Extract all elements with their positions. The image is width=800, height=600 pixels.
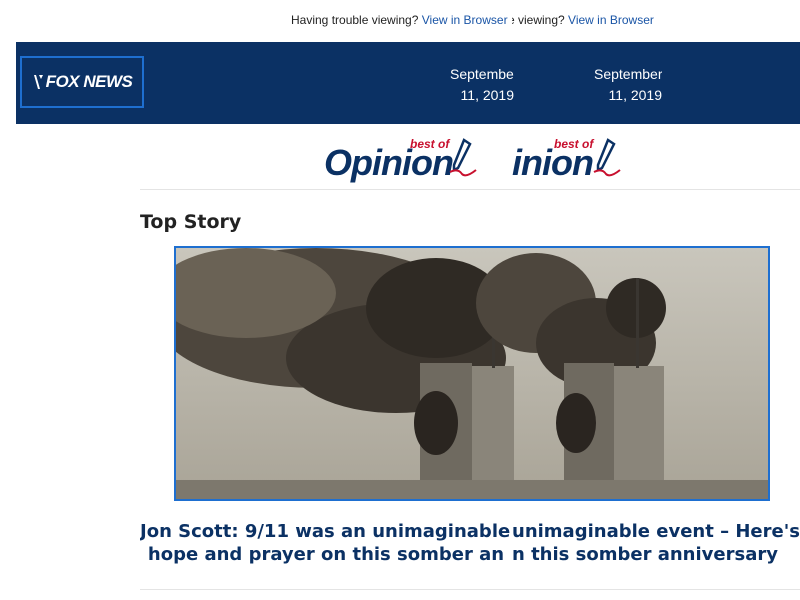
date-month-2: September bbox=[594, 66, 662, 82]
opinion-logo: best of Opinion bbox=[324, 136, 512, 186]
top-story-image[interactable] bbox=[174, 246, 770, 501]
section-title: Top Story bbox=[140, 211, 242, 233]
headline-line-1: Jon Scott: 9/11 was an unimaginable ev bbox=[140, 521, 512, 542]
header-bar: FOX NEWS September 11, 2019 September 11… bbox=[16, 42, 800, 124]
headline-line-2b: n this somber anniversary bbox=[512, 544, 778, 565]
preheader-right: e viewing? View in Browser bbox=[512, 13, 672, 27]
view-in-browser-link-2[interactable]: View in Browser bbox=[568, 13, 654, 27]
top-story-headline[interactable]: Jon Scott: 9/11 was an unimaginable ev h… bbox=[140, 520, 512, 566]
pen-icon bbox=[449, 138, 477, 177]
headline-line-1b: unimaginable event – Here's my bbox=[512, 521, 800, 542]
preheader: Having trouble viewing? View in Browser … bbox=[0, 0, 800, 42]
headline-line-2: hope and prayer on this somber an bbox=[147, 544, 505, 565]
fox-news-logo-mark-icon bbox=[33, 75, 43, 89]
date-day-year: 11, 2019 bbox=[460, 87, 514, 103]
divider-bottom bbox=[140, 589, 800, 590]
view-in-browser-link[interactable]: View in Browser bbox=[422, 13, 508, 27]
top-story-headline-2[interactable]: unimaginable event – Here's my n this so… bbox=[512, 520, 800, 566]
issue-date: September 11, 2019 bbox=[450, 64, 514, 106]
twin-towers-smoke-image bbox=[176, 248, 768, 499]
logo-text: FOX NEWS bbox=[45, 72, 133, 91]
preheader-left: Having trouble viewing? View in Browser bbox=[291, 13, 512, 27]
date-day-year-2: 11, 2019 bbox=[608, 87, 662, 103]
preheader-text-clipped: e viewing? bbox=[512, 13, 565, 27]
opinion-word-clipped: inion bbox=[512, 142, 594, 183]
divider bbox=[140, 189, 800, 190]
preheader-text: Having trouble viewing? bbox=[291, 13, 419, 27]
date-month: September bbox=[450, 66, 514, 82]
issue-date-2: September 11, 2019 bbox=[594, 64, 662, 106]
pen-icon-2 bbox=[593, 138, 621, 177]
opinion-word: Opinion bbox=[324, 142, 454, 183]
fox-news-logo[interactable]: FOX NEWS bbox=[20, 56, 144, 108]
opinion-logo-2: best of inion bbox=[512, 136, 632, 186]
